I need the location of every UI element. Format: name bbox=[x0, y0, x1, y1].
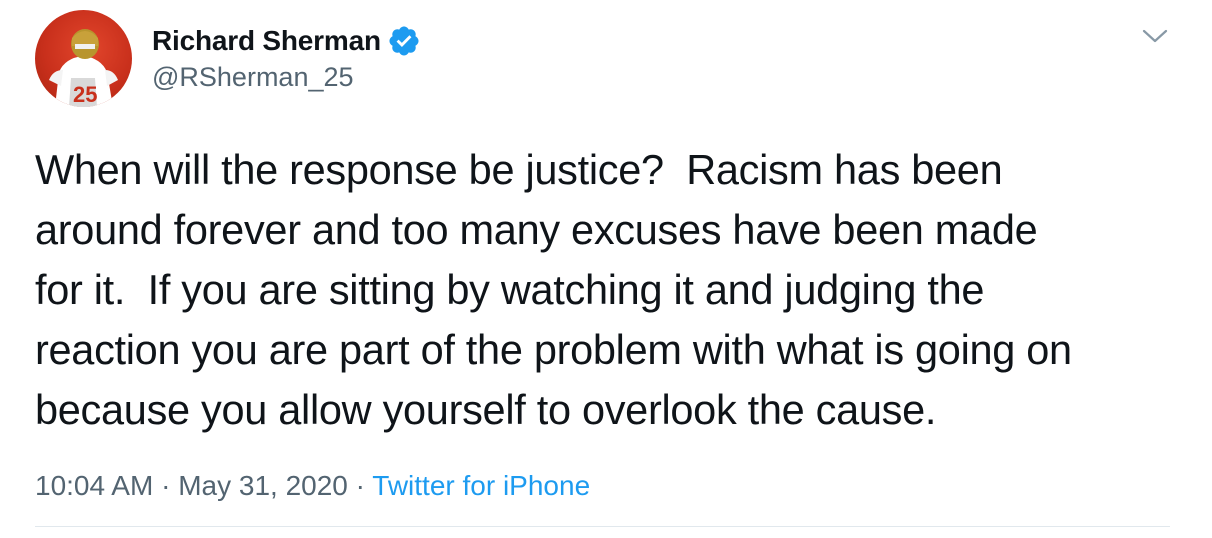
tweet-date[interactable]: May 31, 2020 bbox=[178, 470, 348, 501]
chevron-down-icon[interactable] bbox=[1140, 24, 1170, 48]
avatar-player-image: 25 bbox=[49, 29, 118, 107]
svg-text:25: 25 bbox=[73, 82, 97, 107]
tweet-time[interactable]: 10:04 AM bbox=[35, 470, 153, 501]
user-handle[interactable]: @RSherman_25 bbox=[152, 62, 421, 93]
tweet-text: When will the response be justice? Racis… bbox=[35, 146, 1072, 433]
verified-badge-icon bbox=[387, 24, 421, 58]
meta-separator: · bbox=[355, 470, 365, 501]
tweet-meta: 10:04 AM · May 31, 2020 · Twitter for iP… bbox=[35, 470, 590, 502]
user-block: Richard Sherman @RSherman_25 bbox=[152, 22, 421, 93]
tweet-card: 25 Richard Sherman @RSherman_25 When wil… bbox=[0, 0, 1212, 538]
display-name[interactable]: Richard Sherman bbox=[152, 25, 381, 57]
meta-separator: · bbox=[161, 470, 171, 501]
divider bbox=[35, 526, 1170, 527]
avatar[interactable]: 25 bbox=[35, 10, 132, 107]
name-row: Richard Sherman bbox=[152, 22, 421, 60]
tweet-source-link[interactable]: Twitter for iPhone bbox=[372, 470, 590, 501]
